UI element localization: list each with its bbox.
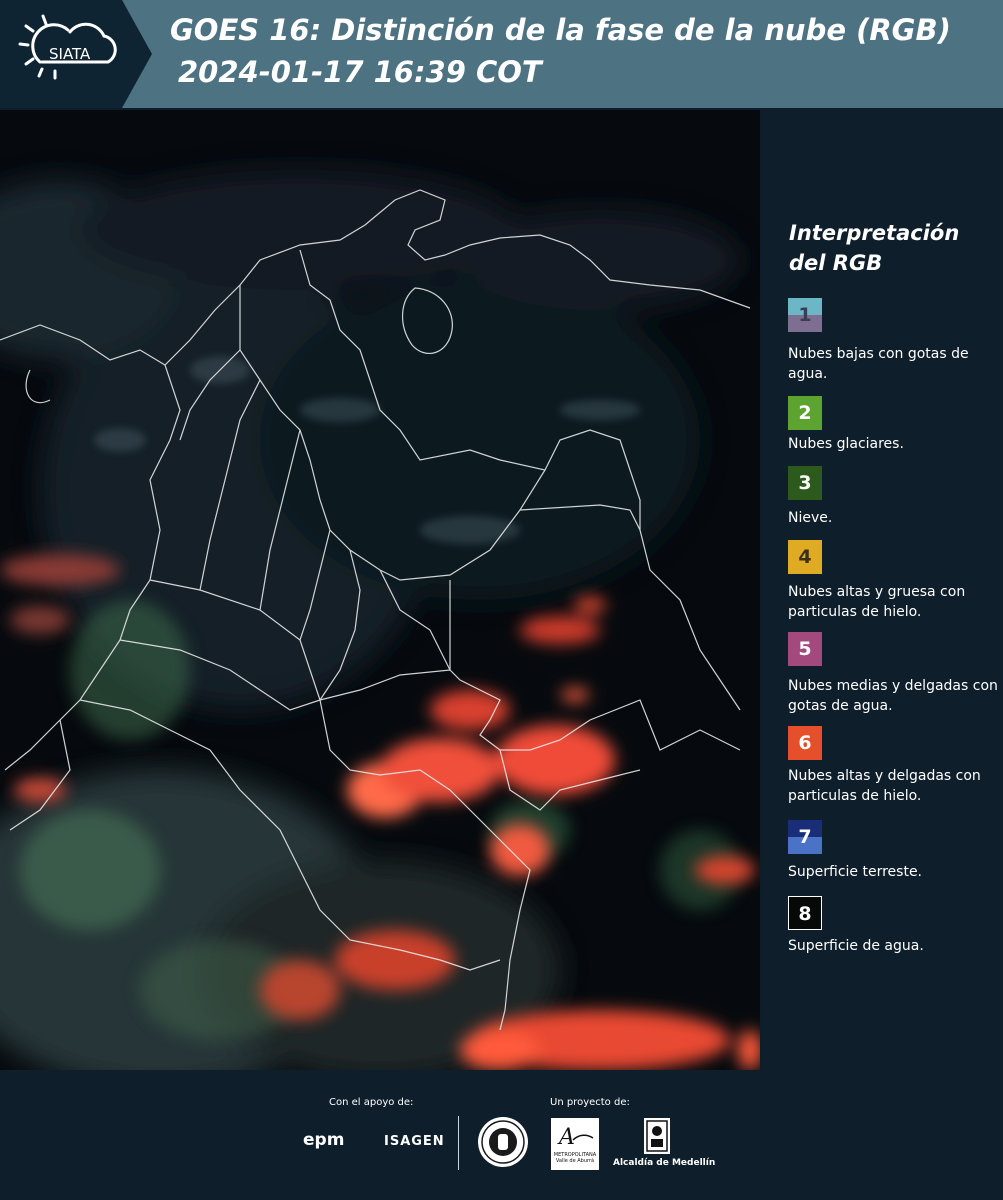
legend-number: 5	[798, 638, 812, 660]
legend-number: 3	[798, 472, 812, 494]
legend-swatch-4: 4	[788, 540, 822, 574]
legend-label: Nubes glaciares.	[788, 436, 904, 452]
legend-panel: Interpretación del RGB 1 Nubes bajas con …	[762, 110, 1003, 1070]
satellite-image	[0, 110, 760, 1070]
satellite-map[interactable]	[0, 110, 760, 1070]
siata-logo-text: SIATA	[49, 45, 91, 63]
legend-number: 4	[798, 546, 812, 568]
legend-label: Superficie terreste.	[788, 864, 923, 880]
medellin-shield-icon	[644, 1118, 670, 1154]
legend-label: Nubes altas y gruesa con particulas de h…	[788, 584, 966, 620]
legend-swatch-3: 3	[788, 466, 822, 500]
footer: Con el apoyo de: Un proyecto de: epm ISA…	[0, 1070, 1003, 1200]
siata-logo: SIATA	[0, 0, 152, 108]
legend-number: 2	[798, 402, 812, 424]
isagen-logo: ISAGEN	[384, 1134, 445, 1149]
legend-swatch-6: 6	[788, 726, 822, 760]
legend-label: Superficie de agua.	[788, 938, 924, 954]
legend-label: Nubes altas y delgadas con particulas de…	[788, 768, 981, 804]
project-label: Un proyecto de:	[550, 1097, 630, 1108]
support-label: Con el apoyo de:	[329, 1097, 414, 1108]
legend-number: 6	[798, 732, 812, 754]
legend-label: Nieve.	[788, 510, 833, 526]
legend-label: Nubes bajas con gotas de agua.	[788, 346, 969, 382]
page-subtitle-datetime: 2024-01-17 16:39 COT	[178, 55, 542, 89]
medellin-logo-text: Alcaldía de Medellín	[613, 1158, 716, 1168]
area-logo-text: METROPOLITANA Valle de Aburrá	[553, 1152, 597, 1164]
area-metropolitana-logo: A METROPOLITANA Valle de Aburrá	[551, 1118, 599, 1170]
legend-label: Nubes medias y delgadas con gotas de agu…	[788, 678, 998, 714]
header-bar: SIATA GOES 16: Distinción de la fase de …	[0, 0, 1003, 108]
legend-swatch-8: 8	[788, 896, 822, 930]
seal-logo-icon	[478, 1117, 528, 1167]
svg-text:A: A	[557, 1125, 575, 1150]
legend-swatch-5: 5	[788, 632, 822, 666]
legend-number: 8	[798, 903, 812, 925]
legend-number: 1	[798, 304, 812, 326]
epm-logo: epm	[303, 1130, 345, 1150]
legend-number: 7	[798, 826, 812, 848]
footer-divider	[458, 1116, 459, 1170]
legend-swatch-1: 1	[788, 298, 822, 332]
page-title: GOES 16: Distinción de la fase de la nub…	[170, 13, 951, 47]
legend-title: Interpretación del RGB	[789, 221, 960, 275]
legend-swatch-2: 2	[788, 396, 822, 430]
legend-swatch-7: 7	[788, 820, 822, 854]
